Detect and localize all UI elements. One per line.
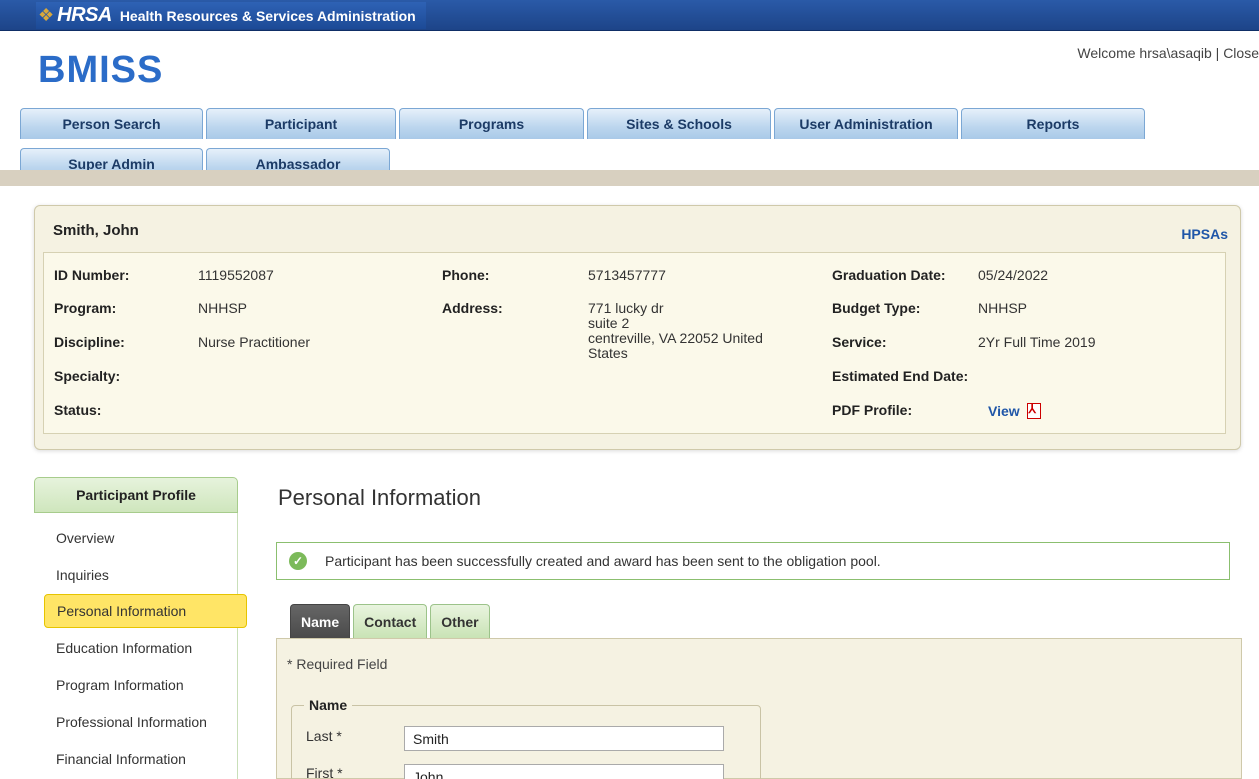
sidebar-item-inquiries[interactable]: Inquiries	[44, 558, 238, 592]
tab-sites-schools[interactable]: Sites & Schools	[587, 108, 771, 139]
service-label: Service:	[832, 334, 887, 350]
tab-other[interactable]: Other	[430, 604, 490, 638]
success-alert: ✓ Participant has been successfully crea…	[276, 542, 1230, 580]
graduation-date-value: 05/24/2022	[978, 267, 1049, 283]
tab-name[interactable]: Name	[290, 604, 351, 638]
hrsa-logo: HRSA	[57, 4, 112, 26]
pdf-view-link[interactable]: View	[988, 403, 1020, 419]
hpsas-link[interactable]: HPSAs	[1181, 226, 1228, 242]
main-nav: Person Search Participant Programs Sites…	[0, 108, 1259, 186]
service-value: 2Yr Full Time 2019	[978, 334, 1096, 350]
address-line: 771 lucky dr	[588, 300, 664, 316]
participant-summary: Smith, John HPSAs ID Number: 1119552087 …	[34, 205, 1241, 450]
last-name-label: Last *	[306, 728, 342, 744]
pdf-icon[interactable]	[1026, 402, 1041, 419]
id-number-value: 1119552087	[198, 267, 274, 283]
welcome-text[interactable]: Welcome hrsa\asaqib | Close	[1077, 45, 1259, 61]
sidebar-item-overview[interactable]: Overview	[44, 521, 238, 555]
tab-person-search[interactable]: Person Search	[20, 108, 203, 139]
address-line: suite 2	[588, 315, 630, 331]
tab-programs[interactable]: Programs	[399, 108, 584, 139]
participant-name: Smith, John	[53, 222, 139, 239]
graduation-date-label: Graduation Date:	[832, 267, 946, 283]
hrsa-subtitle: Health Resources & Services Administrati…	[119, 7, 416, 24]
discipline-value: Nurse Practitioner	[198, 334, 311, 350]
name-fieldset: Name Last * First *	[291, 697, 761, 779]
estimated-end-date-label: Estimated End Date:	[832, 368, 969, 384]
pdf-profile-link[interactable]: View	[988, 402, 1041, 419]
first-name-input[interactable]	[404, 764, 724, 779]
address-line: centreville, VA 22052 United	[588, 330, 763, 346]
sidebar-item-professional-information[interactable]: Professional Information	[44, 705, 238, 739]
tab-ambassador[interactable]: Ambassador	[206, 148, 390, 179]
program-label: Program:	[54, 300, 117, 316]
alert-message: Participant has been successfully create…	[325, 553, 881, 569]
required-field-note: * Required Field	[287, 656, 388, 672]
hrsa-brand[interactable]: ❖ HRSA Health Resources & Services Admin…	[36, 2, 426, 29]
sidebar-item-personal-information[interactable]: Personal Information	[44, 594, 247, 628]
program-value: NHHSP	[198, 300, 248, 316]
sidebar-item-education-information[interactable]: Education Information	[44, 631, 238, 665]
name-form-panel: * Required Field Name Last * First *	[276, 638, 1242, 779]
phone-value: 5713457777	[588, 267, 666, 283]
app-title[interactable]: BMISS	[38, 49, 163, 92]
tab-reports[interactable]: Reports	[961, 108, 1145, 139]
pdf-profile-label: PDF Profile:	[832, 402, 913, 418]
id-number-label: ID Number:	[54, 267, 130, 283]
first-name-label: First *	[306, 765, 343, 779]
page-title: Personal Information	[278, 485, 481, 510]
sidebar-item-financial-information[interactable]: Financial Information	[44, 742, 238, 776]
phone-label: Phone:	[442, 267, 490, 283]
hhs-eagle-icon: ❖	[38, 5, 55, 25]
address-value: 771 lucky dr suite 2 centreville, VA 220…	[588, 301, 808, 361]
app-header: BMISS Welcome hrsa\asaqib | Close	[0, 31, 1259, 108]
status-label: Status:	[54, 402, 102, 418]
sidebar-item-program-information[interactable]: Program Information	[44, 668, 238, 702]
check-circle-icon: ✓	[289, 552, 307, 570]
last-name-input[interactable]	[404, 726, 724, 751]
discipline-label: Discipline:	[54, 334, 125, 350]
tab-contact[interactable]: Contact	[353, 604, 428, 638]
name-legend: Name	[304, 697, 353, 713]
budget-type-value: NHHSP	[978, 300, 1028, 316]
personal-info-tabs: Name Contact Other	[290, 604, 493, 638]
tab-super-admin[interactable]: Super Admin	[20, 148, 203, 179]
tab-user-administration[interactable]: User Administration	[774, 108, 958, 139]
address-label: Address:	[442, 300, 503, 316]
tab-participant[interactable]: Participant	[206, 108, 396, 139]
sidebar: Overview Inquiries Personal Information …	[34, 513, 247, 779]
sidebar-heading[interactable]: Participant Profile	[34, 477, 238, 513]
budget-type-label: Budget Type:	[832, 300, 921, 316]
address-line: States	[588, 345, 628, 361]
specialty-label: Specialty:	[54, 368, 121, 384]
hrsa-banner: ❖ HRSA Health Resources & Services Admin…	[0, 0, 1259, 31]
summary-details: ID Number: 1119552087 Program: NHHSP Dis…	[43, 252, 1226, 434]
